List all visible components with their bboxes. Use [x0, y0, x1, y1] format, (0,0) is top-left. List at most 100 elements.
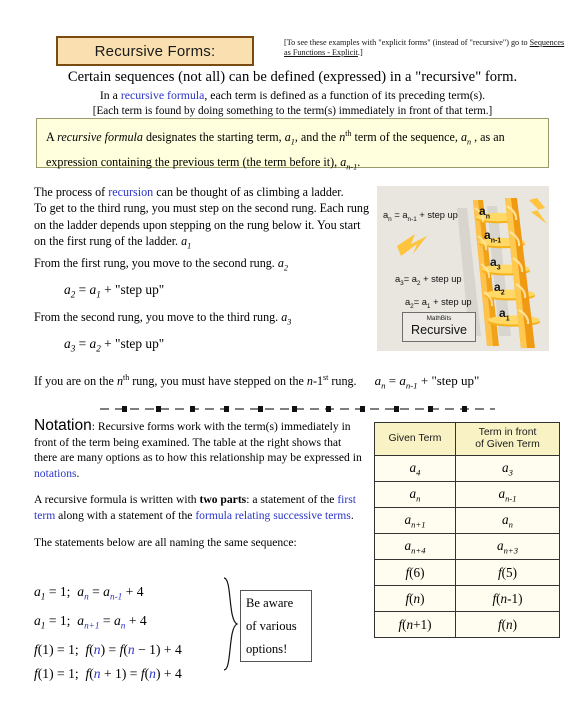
equation-row-2: a1 = 1; an+1 = an + 4 [34, 613, 147, 631]
intro-line-2: In a recursive formula, each term is def… [0, 87, 585, 103]
ladder-illustration: an = an-1 + step up a3= a2 + step up a2=… [377, 186, 549, 351]
intro-line2-post: , each term is defined as a function of … [204, 88, 486, 102]
cell-front-term: an-1 [455, 481, 560, 508]
equation-row-4: f(1) = 1; f(n + 1) = f(n) + 4 [34, 665, 182, 681]
table-header2-line1: Term in front [478, 427, 537, 438]
table-row: a4 a3 [374, 455, 560, 482]
nth-line-equation: an = an-1 + "step up" [374, 373, 480, 391]
ladder-p1-post: can be thought of as climbing a ladder. [153, 185, 344, 199]
notation-heading: Notation [34, 417, 92, 434]
table-header-given-term: Given Term [374, 422, 456, 456]
given-term-table: Given Term Term in front of Given Term a… [374, 422, 560, 638]
callout-s7: . [357, 155, 361, 170]
cell-given-term: an [374, 481, 456, 508]
table-header-row: Given Term Term in front of Given Term [374, 422, 560, 456]
notation-para-2: A recursive formula is written with two … [34, 492, 366, 523]
explicit-note-text-pre: [To see these examples with "explicit fo… [284, 38, 530, 47]
cell-front-term: f(5) [455, 559, 560, 586]
aware-line-2: of various [246, 619, 297, 633]
ladder-label-low: a2= a1 + step up [405, 297, 472, 310]
table-header-term-in-front: Term in front of Given Term [455, 422, 560, 456]
curly-brace [222, 576, 240, 672]
mathbits-label: MathBits [426, 315, 452, 322]
nth-line-b: rung, you must have stepped on the [129, 374, 307, 389]
cell-given-term: f(n+1) [374, 611, 456, 638]
cell-given-term: an+4 [374, 533, 456, 560]
ladder-label-mid: a3= a2 + step up [395, 274, 462, 287]
notation-p2-d: . [350, 508, 354, 522]
callout-s3: designates the starting term, [142, 130, 285, 145]
rung-label-a1: a1 [499, 306, 510, 323]
ladder-para-2: To get to the third rung, you must step … [34, 200, 370, 255]
aware-line-3: options! [246, 642, 288, 656]
ladder-p2-text: To get to the third rung, you must step … [34, 201, 370, 249]
page-title-box: Recursive Forms: [56, 36, 254, 66]
ladder-label-top: an = an-1 + step up [383, 210, 458, 223]
callout-s4: , and the [294, 130, 340, 145]
callout-an: an [460, 130, 472, 147]
intro-line-3: [Each term is found by doing something t… [92, 105, 493, 117]
table-row: an+1 an [374, 507, 560, 534]
cell-given-term: an+1 [374, 507, 456, 534]
nth-sup: nth [116, 373, 130, 389]
nth-rung-line: If you are on the nth rung, you must hav… [34, 370, 554, 394]
ladder-p3-term: a2 [277, 256, 289, 273]
table-row: f(n) f(n-1) [374, 585, 560, 612]
ladder-p2-term: a1 [181, 234, 192, 251]
table-row: an an-1 [374, 481, 560, 508]
rung-label-a2: a2 [494, 280, 505, 297]
n-1st-sup: n-1st [306, 373, 329, 389]
ladder-para-1: The process of recursion can be thought … [34, 184, 370, 200]
notation-para-1: Notation: Recursive forms work with the … [34, 418, 366, 481]
table-header2-line2: of Given Term [475, 439, 540, 450]
cell-front-term: a3 [455, 455, 560, 482]
ladder-p4-text: From the second rung, you move to the th… [34, 309, 282, 324]
callout-italic-term: recursive formula [57, 130, 143, 145]
notation-p2-a: A recursive formula is written with [34, 493, 200, 507]
cell-front-term: f(n-1) [455, 585, 560, 612]
rung-label-a3: a3 [490, 255, 501, 272]
cell-front-term: an+3 [455, 533, 560, 560]
mathbits-title: Recursive [411, 323, 467, 337]
explicit-forms-note: [To see these examples with "explicit fo… [284, 38, 570, 58]
equation-row-1: a1 = 1; an = an-1 + 4 [34, 584, 144, 602]
cell-given-term: f(n) [374, 585, 456, 612]
explicit-note-text-post: .] [357, 48, 363, 57]
aware-line-1: Be aware [246, 596, 294, 610]
callout-s5: term of the sequence, [351, 130, 461, 145]
be-aware-box: Be aware of various options! [240, 590, 312, 662]
notation-block: Notation: Recursive forms work with the … [34, 418, 366, 550]
notations-link[interactable]: notations [34, 467, 77, 480]
notation-p1-end: . [76, 466, 80, 480]
section-divider [100, 400, 495, 412]
table-row: an+4 an+3 [374, 533, 560, 560]
recursive-formula-link[interactable]: recursive formula [121, 88, 205, 102]
notation-p2-b: : a statement of the [246, 493, 338, 507]
ladder-p4-term: a3 [281, 309, 292, 327]
nth-line-c: rung. [328, 374, 357, 389]
cell-front-term: f(n) [455, 611, 560, 638]
callout-a1: a1 [284, 130, 295, 147]
page-title: Recursive Forms: [94, 42, 216, 60]
equation-row-3: f(1) = 1; f(n) = f(n − 1) + 4 [34, 642, 182, 658]
equation-list: a1 = 1; an = an-1 + 4 a1 = 1; an+1 = an … [34, 580, 244, 685]
two-parts-emphasis: two parts [199, 493, 247, 507]
callout-s1: A [46, 130, 58, 145]
ladder-equation-1: a2 = a1 + "step up" [64, 281, 165, 300]
nth-line-a: If you are on the [34, 374, 117, 389]
formula-relating-link[interactable]: formula relating successive terms [195, 509, 351, 522]
callout-an-1: an-1 [340, 155, 358, 172]
intro-line2-pre: In a [99, 88, 121, 102]
ladder-p3-text: From the first rung, you move to the sec… [34, 256, 278, 271]
rung-label-an-1: an-1 [484, 228, 502, 245]
ladder-explanation: The process of recursion can be thought … [34, 184, 370, 363]
notation-para-3: The statements below are all naming the … [34, 535, 297, 549]
recursive-formula-callout: A recursive formula designates the start… [36, 118, 549, 172]
worksheet-page: Recursive Forms: [To see these examples … [0, 0, 585, 720]
cell-given-term: f(6) [374, 559, 456, 586]
intro-block: Certain sequences (not all) can be defin… [0, 68, 585, 119]
table-row: f(n+1) f(n) [374, 611, 560, 638]
intro-line-1: Certain sequences (not all) can be defin… [67, 69, 518, 85]
ladder-para-3: From the first rung, you move to the sec… [34, 255, 370, 277]
recursion-link[interactable]: recursion [108, 185, 153, 199]
